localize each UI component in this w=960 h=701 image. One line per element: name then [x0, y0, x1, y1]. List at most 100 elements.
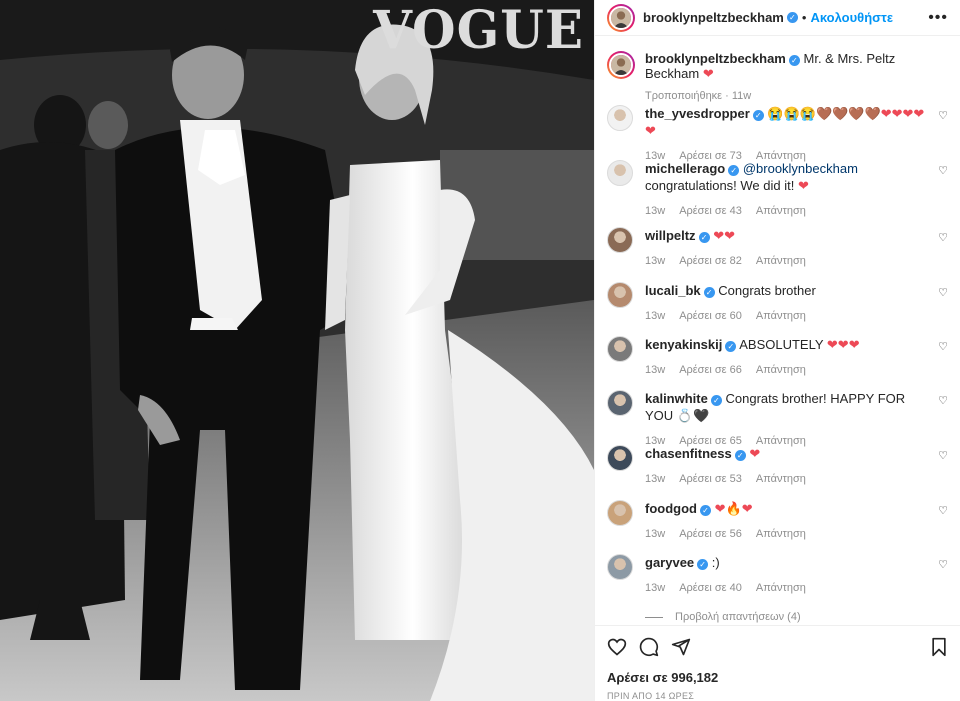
comment-like-icon[interactable]: ♡ — [938, 109, 948, 122]
heart-emoji: ❤ — [702, 66, 714, 81]
comment-meta: 13w Αρέσει σε 53 Απάντηση — [645, 471, 925, 488]
comment-item: foodgod ✓ ❤🔥❤ 13w Αρέσει σε 56 Απάντηση ♡ — [607, 500, 948, 543]
comment-emoji: ❤❤❤ — [826, 337, 860, 352]
comment-avatar[interactable] — [607, 227, 633, 253]
comment-username[interactable]: foodgod — [645, 501, 697, 516]
comment-username[interactable]: kenyakinskij — [645, 337, 722, 352]
comment-time: 13w — [645, 528, 666, 540]
comment-time: 13w — [645, 255, 666, 267]
comment-meta: 13w Αρέσει σε 40 Απάντηση — [645, 580, 925, 597]
comment-likes[interactable]: Αρέσει σε 60 — [679, 310, 742, 322]
reply-button[interactable]: Απάντηση — [756, 364, 806, 376]
comment-body: foodgod ✓ ❤🔥❤ 13w Αρέσει σε 56 Απάντηση — [645, 500, 925, 543]
comment-like-icon[interactable]: ♡ — [938, 231, 948, 244]
comment-meta: 13w Αρέσει σε 60 Απάντηση — [645, 308, 925, 325]
comment-emoji: 💍🖤 — [676, 408, 710, 423]
comment-like-icon[interactable]: ♡ — [938, 394, 948, 407]
comment-time: 13w — [645, 364, 666, 376]
comment-likes[interactable]: Αρέσει σε 82 — [679, 255, 742, 267]
comment-like-icon[interactable]: ♡ — [938, 286, 948, 299]
bookmark-icon[interactable] — [930, 637, 948, 657]
reply-button[interactable]: Απάντηση — [756, 582, 806, 594]
share-icon[interactable] — [671, 637, 691, 657]
comment-like-icon[interactable]: ♡ — [938, 164, 948, 177]
comment-likes[interactable]: Αρέσει σε 43 — [679, 205, 742, 217]
comment-username[interactable]: the_yvesdropper — [645, 106, 750, 121]
comment-like-icon[interactable]: ♡ — [938, 340, 948, 353]
comment-likes[interactable]: Αρέσει σε 56 — [679, 528, 742, 540]
post-time: ΠΡΙΝ ΑΠΟ 14 ΩΡΕΣ — [607, 691, 695, 701]
comment-avatar[interactable] — [607, 160, 633, 186]
comment-body: the_yvesdropper ✓ 😭😭😭🤎🤎🤎🤎❤❤❤❤❤ 13w Αρέσει σ… — [645, 105, 925, 165]
comment-text: Congrats brother — [718, 283, 816, 298]
verified-icon: ✓ — [788, 55, 800, 66]
replies-line — [645, 616, 663, 618]
comment-time: 13w — [645, 582, 666, 594]
comment-avatar[interactable] — [607, 554, 633, 580]
comment-meta: 13w Αρέσει σε 43 Απάντηση — [645, 203, 925, 220]
post-header: brooklynpeltzbeckham ✓ • Ακολουθήστε ••• — [595, 0, 960, 36]
comment-username[interactable]: willpeltz — [645, 228, 696, 243]
post-sidebar: brooklynpeltzbeckham ✓ • Ακολουθήστε •••… — [594, 0, 960, 701]
comment-like-icon[interactable]: ♡ — [938, 449, 948, 462]
comment-like-icon[interactable]: ♡ — [938, 504, 948, 517]
verified-icon: ✓ — [699, 505, 711, 516]
reply-button[interactable]: Απάντηση — [756, 528, 806, 540]
reply-button[interactable]: Απάντηση — [756, 310, 806, 322]
comment-item: the_yvesdropper ✓ 😭😭😭🤎🤎🤎🤎❤❤❤❤❤ 13w Αρέσει σ… — [607, 105, 948, 165]
comment-body: chasenfitness ✓ ❤ 13w Αρέσει σε 53 Απάντηση — [645, 445, 925, 488]
comment-meta: 13w Αρέσει σε 66 Απάντηση — [645, 362, 925, 379]
comment-avatar[interactable] — [607, 500, 633, 526]
comment-mention[interactable]: @brooklynbeckham — [743, 161, 858, 176]
comment-username[interactable]: chasenfitness — [645, 446, 732, 461]
verified-icon: ✓ — [752, 110, 764, 121]
comment-line: the_yvesdropper ✓ 😭😭😭🤎🤎🤎🤎❤❤❤❤❤ — [645, 105, 925, 139]
post-photo: VOGUE — [0, 0, 594, 701]
view-replies-label: Προβολή απαντήσεων (4) — [675, 611, 801, 623]
caption-username[interactable]: brooklynpeltzbeckham — [645, 51, 786, 66]
verified-icon: ✓ — [703, 287, 715, 298]
comments-list[interactable]: brooklynpeltzbeckham ✓ Mr. & Mrs. Peltz B… — [595, 37, 960, 625]
comment-item: garyvee ✓ :) 13w Αρέσει σε 40 Απάντηση ♡ — [607, 554, 948, 597]
avatar — [609, 5, 633, 30]
comment-username[interactable]: michellerago — [645, 161, 725, 176]
comment-body: lucali_bk ✓ Congrats brother 13w Αρέσει σε … — [645, 282, 925, 325]
comment-line: kalinwhite ✓ Congrats brother! HAPPY FOR … — [645, 390, 925, 424]
comment-likes[interactable]: Αρέσει σε 40 — [679, 582, 742, 594]
comment-likes[interactable]: Αρέσει σε 53 — [679, 473, 742, 485]
comment-text: ABSOLUTELY — [739, 337, 827, 352]
avatar — [609, 53, 633, 77]
comment-avatar[interactable] — [607, 445, 633, 471]
comment-like-icon[interactable]: ♡ — [938, 558, 948, 571]
comment-item: chasenfitness ✓ ❤ 13w Αρέσει σε 53 Απάντηση ♡ — [607, 445, 948, 488]
comment-avatar[interactable] — [607, 390, 633, 416]
reply-button[interactable]: Απάντηση — [756, 205, 806, 217]
header-username[interactable]: brooklynpeltzbeckham — [643, 10, 784, 25]
comment-likes[interactable]: Αρέσει σε 66 — [679, 364, 742, 376]
comment-meta: 13w Αρέσει σε 56 Απάντηση — [645, 526, 925, 543]
comment-icon[interactable] — [639, 637, 659, 657]
comment-item: michellerago ✓ @brooklynbeckham congratul… — [607, 160, 948, 220]
avatar-ring[interactable] — [607, 3, 635, 32]
comment-avatar[interactable] — [607, 282, 633, 308]
view-replies-link[interactable]: Προβολή απαντήσεων (4) — [645, 611, 801, 623]
comment-item: willpeltz ✓ ❤❤ 13w Αρέσει σε 82 Απάντηση ♡ — [607, 227, 948, 270]
comment-item: lucali_bk ✓ Congrats brother 13w Αρέσει σε … — [607, 282, 948, 325]
comment-line: willpeltz ✓ ❤❤ — [645, 227, 925, 244]
reply-button[interactable]: Απάντηση — [756, 255, 806, 267]
reply-button[interactable]: Απάντηση — [756, 473, 806, 485]
caption-avatar-ring[interactable] — [607, 51, 635, 79]
verified-icon: ✓ — [728, 165, 740, 176]
comment-avatar[interactable] — [607, 336, 633, 362]
comment-username[interactable]: garyvee — [645, 555, 694, 570]
comment-username[interactable]: lucali_bk — [645, 283, 701, 298]
follow-button[interactable]: Ακολουθήστε — [810, 10, 893, 25]
comment-avatar[interactable] — [607, 105, 633, 131]
comment-emoji: ❤❤ — [713, 228, 735, 243]
comment-username[interactable]: kalinwhite — [645, 391, 708, 406]
comment-line: foodgod ✓ ❤🔥❤ — [645, 500, 925, 517]
heart-icon[interactable] — [607, 637, 627, 657]
comment-line: chasenfitness ✓ ❤ — [645, 445, 925, 462]
more-icon[interactable]: ••• — [928, 9, 948, 26]
likes-count[interactable]: Αρέσει σε 996,182 — [607, 670, 948, 685]
